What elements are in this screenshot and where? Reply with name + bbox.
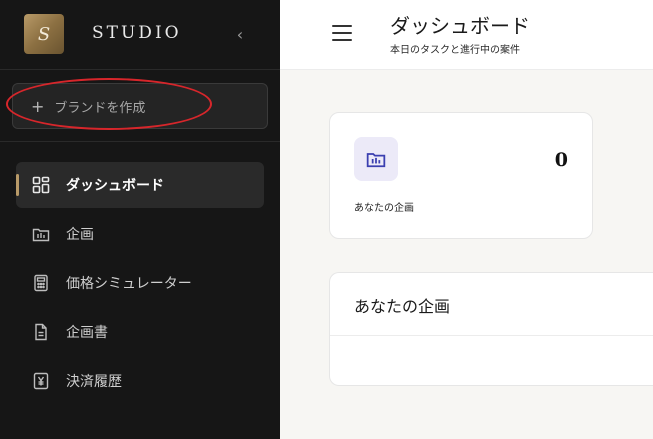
stat-card-plans[interactable]: 0 あなたの企画 <box>329 112 593 239</box>
brand-header: S STUDIO ‹ <box>0 0 280 70</box>
calculator-icon <box>32 274 50 292</box>
sidebar-item-payment-history[interactable]: 決済履歴 <box>16 358 264 404</box>
hamburger-menu-icon[interactable] <box>332 25 352 41</box>
create-brand-label: ブランドを作成 <box>54 100 146 116</box>
panel-title: あなたの企画 <box>354 297 451 316</box>
sidebar-item-label: 価格シミュレーター <box>66 276 192 292</box>
sidebar-item-label: 企画 <box>66 227 94 243</box>
page-subtitle: 本日のタスクと進行中の案件 <box>390 45 520 56</box>
plus-icon: + <box>31 96 45 116</box>
folder-chart-icon <box>354 137 398 181</box>
brand-name: STUDIO <box>92 23 182 43</box>
page-title: ダッシュボード <box>390 14 530 38</box>
sidebar-item-price-simulator[interactable]: 価格シミュレーター <box>16 260 264 306</box>
sidebar-divider <box>0 141 280 142</box>
stat-value: 0 <box>554 149 568 171</box>
sidebar-item-label: 決済履歴 <box>66 374 122 390</box>
sidebar: S STUDIO ‹ + ブランドを作成 ダッシュボード 企画 価格シミュレータ… <box>0 0 280 439</box>
create-brand-button[interactable]: + ブランドを作成 <box>12 83 268 129</box>
sidebar-item-plans[interactable]: 企画 <box>16 211 264 257</box>
sidebar-item-dashboard[interactable]: ダッシュボード <box>16 162 264 208</box>
panel-divider <box>330 335 653 336</box>
sidebar-item-label: 企画書 <box>66 325 108 341</box>
dashboard-grid-icon <box>32 176 50 194</box>
brand-logo[interactable]: S <box>24 14 64 54</box>
sidebar-item-label: ダッシュボード <box>66 178 164 194</box>
document-icon <box>32 323 50 341</box>
chevron-left-icon[interactable]: ‹ <box>232 24 248 44</box>
top-bar: ダッシュボード 本日のタスクと進行中の案件 <box>280 0 653 70</box>
yen-receipt-icon <box>32 372 50 390</box>
folder-chart-icon <box>32 225 50 243</box>
stat-label: あなたの企画 <box>354 203 414 214</box>
plans-panel: あなたの企画 <box>329 272 653 386</box>
sidebar-item-proposals[interactable]: 企画書 <box>16 309 264 355</box>
